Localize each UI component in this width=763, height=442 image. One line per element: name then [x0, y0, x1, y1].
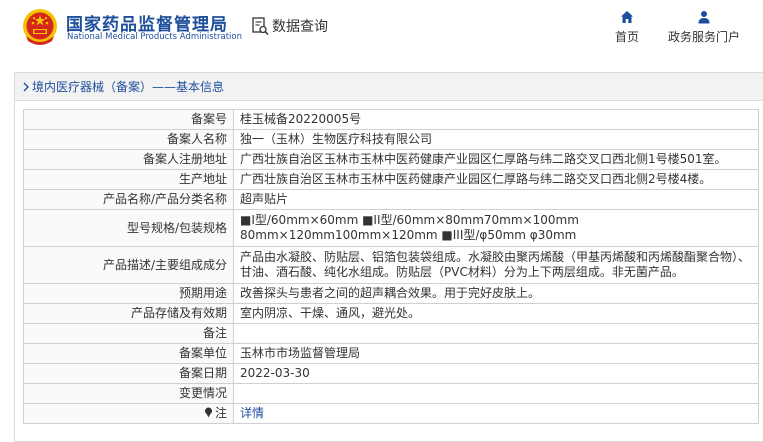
nav-home-label: 首页	[614, 30, 639, 44]
field-value: 玉林市市场监督管理局	[233, 343, 759, 364]
user-icon	[698, 11, 710, 24]
field-value: 改善探头与患者之间的超声耦合效果。用于完好皮肤上。	[233, 283, 759, 304]
field-value: 独一（玉林）生物医疗科技有限公司	[233, 129, 759, 150]
breadcrumb-text: 境内医疗器械（备案）——基本信息	[32, 80, 225, 94]
field-value: 详情	[233, 403, 759, 424]
field-label: 备案日期	[23, 363, 234, 384]
table-row: 备注	[23, 323, 759, 344]
field-label: 备案人注册地址	[23, 149, 234, 170]
data-query-label: 数据查询	[272, 19, 328, 35]
field-label: 备注	[23, 323, 234, 344]
field-label: 备案人名称	[23, 129, 234, 150]
table-row: 备案人注册地址 广西壮族自治区玉林市玉林中医药健康产业园区仁厚路与纬二路交叉口西…	[23, 149, 759, 170]
site-header: 国家药品监督管理局 National Medical Products Admi…	[0, 0, 763, 62]
detail-panel: 境内医疗器械（备案）——基本信息 备案号 桂玉械备20220005号 备案人名称…	[14, 72, 763, 442]
table-row: 型号规格/包装规格 ■I型/60mm×60mm ■II型/60mm×80mm70…	[23, 209, 759, 247]
details-link[interactable]: 详情	[240, 406, 264, 420]
field-value: ■I型/60mm×60mm ■II型/60mm×80mm70mm×100mm 8…	[233, 209, 759, 247]
nav-service-portal-label: 政务服务门户	[667, 30, 740, 44]
table-row: 生产地址 广西壮族自治区玉林市玉林中医药健康产业园区仁厚路与纬二路交叉口西北侧2…	[23, 169, 759, 190]
field-value: 超声贴片	[233, 189, 759, 210]
field-label: 生产地址	[23, 169, 234, 190]
field-label: 预期用途	[23, 283, 234, 304]
field-label: 备案单位	[23, 343, 234, 364]
field-value: 广西壮族自治区玉林市玉林中医药健康产业园区仁厚路与纬二路交叉口西北侧2号楼4楼。	[233, 169, 759, 190]
field-value	[233, 383, 759, 404]
field-value: 产品由水凝胶、防贴层、铝箔包装袋组成。水凝胶由聚丙烯酸（甲基丙烯酸和丙烯酸酯聚合…	[233, 246, 759, 284]
search-document-icon	[252, 16, 269, 35]
table-row: 注 详情	[23, 403, 759, 424]
note-label: 注	[214, 406, 227, 420]
field-label: 型号规格/包装规格	[23, 209, 234, 247]
field-value: 桂玉械备20220005号	[233, 109, 759, 130]
field-value: 室内阴凉、干燥、通风，避光处。	[233, 303, 759, 324]
field-label: 备案号	[23, 109, 234, 130]
record-table: 备案号 桂玉械备20220005号 备案人名称 独一（玉林）生物医疗科技有限公司…	[23, 109, 759, 424]
note-icon	[204, 407, 212, 418]
table-row: 备案号 桂玉械备20220005号	[23, 109, 759, 130]
breadcrumb: 境内医疗器械（备案）——基本信息	[15, 73, 763, 101]
field-label: 产品描述/主要组成成分	[23, 246, 234, 284]
table-row: 产品名称/产品分类名称 超声贴片	[23, 189, 759, 210]
home-icon	[621, 11, 633, 23]
nav-service-portal[interactable]: 政务服务门户	[664, 10, 744, 45]
table-row: 备案日期 2022-03-30	[23, 363, 759, 384]
table-row: 产品描述/主要组成成分 产品由水凝胶、防贴层、铝箔包装袋组成。水凝胶由聚丙烯酸（…	[23, 246, 759, 284]
field-value	[233, 323, 759, 344]
nav-home[interactable]: 首页	[613, 10, 641, 45]
table-row: 预期用途 改善探头与患者之间的超声耦合效果。用于完好皮肤上。	[23, 283, 759, 304]
data-query-link[interactable]: 数据查询	[252, 16, 328, 36]
field-value: 广西壮族自治区玉林市玉林中医药健康产业园区仁厚路与纬二路交叉口西北侧1号楼501…	[233, 149, 759, 170]
field-label: 产品存储及有效期	[23, 303, 234, 324]
chevron-right-icon	[23, 82, 29, 91]
field-value: 2022-03-30	[233, 363, 759, 384]
table-row: 产品存储及有效期 室内阴凉、干燥、通风，避光处。	[23, 303, 759, 324]
national-emblem-icon	[23, 9, 57, 45]
table-row: 备案人名称 独一（玉林）生物医疗科技有限公司	[23, 129, 759, 150]
brand-name-en: National Medical Products Administration	[67, 32, 242, 42]
field-label: 变更情况	[23, 383, 234, 404]
table-row: 备案单位 玉林市市场监督管理局	[23, 343, 759, 364]
table-row: 变更情况	[23, 383, 759, 404]
field-label: 注	[23, 403, 234, 424]
field-label: 产品名称/产品分类名称	[23, 189, 234, 210]
